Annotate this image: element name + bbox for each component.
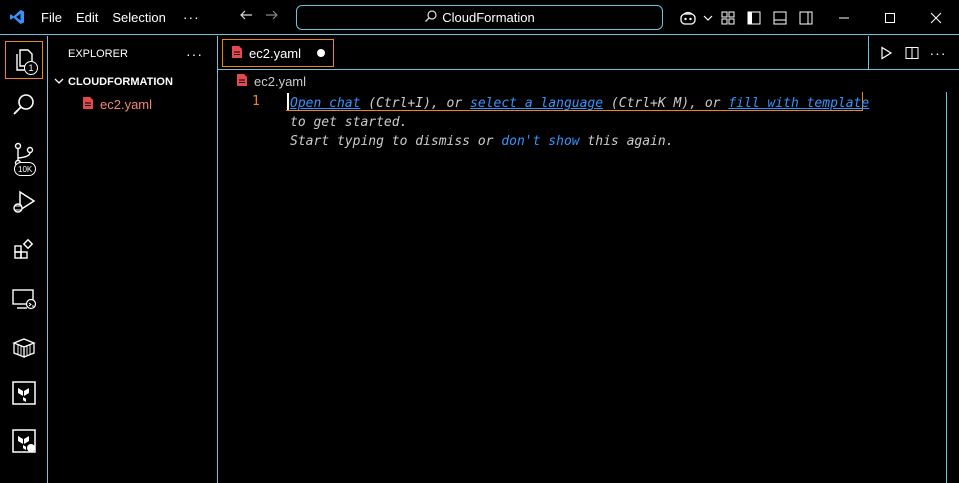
folder-section-header[interactable]: CLOUDFORMATION <box>48 71 217 93</box>
toggle-panel-icon[interactable] <box>767 0 793 35</box>
title-bar: File Edit Selection ··· CloudFormation <box>0 0 959 35</box>
menu-more-icon[interactable]: ··· <box>173 0 210 35</box>
scrollbar[interactable] <box>946 92 947 483</box>
sidebar-more-icon[interactable]: ··· <box>186 46 203 62</box>
run-debug-icon <box>11 189 37 218</box>
navigation-arrows <box>238 0 280 35</box>
chevron-down-icon <box>54 76 64 89</box>
file-item-ec2-yaml[interactable]: ec2.yaml <box>48 93 217 115</box>
menu-edit[interactable]: Edit <box>69 0 105 35</box>
terraform-cloud-icon <box>12 428 36 456</box>
sidebar-title: EXPLORER <box>68 47 128 60</box>
container-box-icon <box>11 335 37 362</box>
search-icon <box>11 92 37 121</box>
tab-bar: ec2.yaml ··· <box>218 36 959 70</box>
command-center-search[interactable]: CloudFormation <box>296 5 663 30</box>
empty-editor-hint: Open chat (Ctrl+I), or select a language… <box>290 94 869 151</box>
line-number: 1 <box>252 94 260 109</box>
open-chat-link[interactable]: Open chat <box>290 96 360 111</box>
source-control-badge: 10K <box>14 162 37 176</box>
explorer-sidebar: EXPLORER ··· CLOUDFORMATION ec2.yaml <box>48 36 218 483</box>
terraform-icon <box>12 380 36 408</box>
back-arrow-icon[interactable] <box>238 7 254 28</box>
file-name: ec2.yaml <box>100 96 153 112</box>
vscode-logo-icon <box>0 0 34 35</box>
text-cursor <box>287 93 289 110</box>
remote-explorer-icon <box>11 287 37 314</box>
forward-arrow-icon[interactable] <box>264 7 280 28</box>
activity-bar: 1 10K <box>0 36 48 483</box>
activity-source-control[interactable]: 10K <box>0 132 48 180</box>
menu-bar: File Edit Selection ··· <box>34 0 210 35</box>
search-icon <box>424 9 438 26</box>
activity-run-debug[interactable] <box>0 179 48 227</box>
sidebar-header: EXPLORER ··· <box>48 36 217 71</box>
maximize-icon[interactable] <box>867 0 913 35</box>
close-icon[interactable] <box>913 0 959 35</box>
folder-name: CLOUDFORMATION <box>68 76 173 88</box>
yaml-file-icon <box>236 73 248 90</box>
activity-terraform[interactable] <box>0 370 48 418</box>
editor-area: ec2.yaml ··· ec2.yaml 1 Open chat (Ctrl+… <box>218 36 959 483</box>
yaml-file-icon <box>231 45 243 62</box>
tab-label: ec2.yaml <box>249 45 302 61</box>
activity-remote-explorer[interactable] <box>0 276 48 324</box>
minimize-icon[interactable] <box>821 0 867 35</box>
explorer-icon <box>5 41 43 79</box>
dont-show-link[interactable]: don't show <box>501 134 579 149</box>
customize-layout-icon[interactable] <box>715 0 741 35</box>
hint-text: Start typing to dismiss or <box>290 134 502 149</box>
toggle-primary-sidebar-icon[interactable] <box>741 0 767 35</box>
split-editor-icon[interactable] <box>903 44 921 62</box>
copilot-icon[interactable] <box>675 0 701 35</box>
activity-containers[interactable] <box>0 324 48 372</box>
fill-template-link[interactable]: fill with template <box>728 96 869 111</box>
hint-text-line2: to get started. <box>290 115 408 130</box>
yaml-file-icon <box>82 96 94 113</box>
explorer-badge: 1 <box>24 61 38 75</box>
more-actions-icon[interactable]: ··· <box>929 44 947 62</box>
activity-terraform-cloud[interactable] <box>0 418 48 466</box>
activity-explorer[interactable]: 1 <box>0 36 48 84</box>
hint-text: (Ctrl+K M), or <box>603 96 729 111</box>
select-language-link[interactable]: select a language <box>470 96 603 111</box>
hint-text: (Ctrl+I), or <box>360 96 471 111</box>
command-center-label: CloudFormation <box>442 10 535 25</box>
breadcrumb-file[interactable]: ec2.yaml <box>254 74 306 89</box>
activity-extensions[interactable] <box>0 227 48 275</box>
run-icon[interactable] <box>877 44 895 62</box>
breadcrumb: ec2.yaml <box>218 70 959 92</box>
unsaved-dot-icon[interactable] <box>317 49 325 57</box>
hint-text: this again. <box>579 134 674 149</box>
menu-file[interactable]: File <box>34 0 69 35</box>
toggle-secondary-sidebar-icon[interactable] <box>793 0 819 35</box>
window-controls <box>821 0 959 35</box>
tab-ec2-yaml[interactable]: ec2.yaml <box>222 39 334 67</box>
editor-actions: ··· <box>868 36 947 70</box>
chevron-down-icon[interactable] <box>701 0 715 35</box>
menu-selection[interactable]: Selection <box>105 0 172 35</box>
title-actions <box>675 0 819 35</box>
extensions-icon <box>12 238 36 265</box>
activity-search[interactable] <box>0 82 48 130</box>
